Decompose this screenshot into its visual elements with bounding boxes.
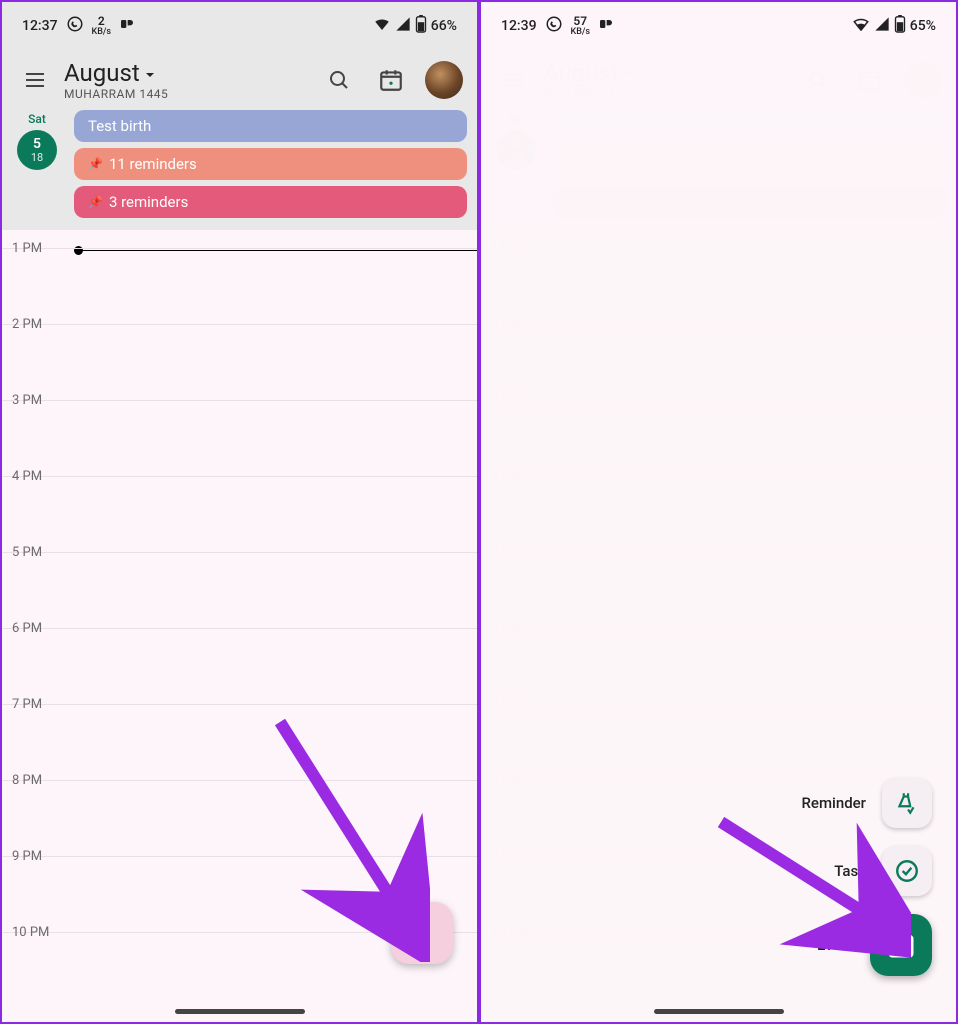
timeline[interactable]: 1 PM 2 PM 3 PM 4 PM 5 PM 6 PM 7 PM 8 PM …: [2, 230, 477, 1008]
fab-label: Reminder: [801, 794, 866, 812]
month-sublabel: MUHARRAM 1445: [64, 87, 309, 101]
hour-label: 6 PM: [12, 621, 42, 636]
network-speed: 2KB/s: [92, 16, 112, 35]
whatsapp-icon: [66, 15, 84, 37]
event-label: 11 reminders: [109, 155, 197, 173]
hour-label: 8 PM: [12, 773, 42, 788]
day-badge[interactable]: 5 18: [17, 130, 57, 170]
hour-label: 3 PM: [12, 393, 42, 408]
event-item[interactable]: Test birth: [74, 110, 467, 142]
status-time: 12:37: [22, 18, 58, 34]
hour-label: 5 PM: [12, 545, 42, 560]
reminder-icon: 📌: [88, 157, 103, 171]
event-item[interactable]: 📌 3 reminders: [74, 186, 467, 218]
reminder-icon: [882, 778, 932, 828]
hour-label: 2 PM: [12, 317, 42, 332]
hour-label: 4 PM: [12, 469, 42, 484]
status-time: 12:39: [501, 18, 537, 34]
status-bar: 12:39 57KB/s: [481, 2, 956, 50]
notif-icon: [119, 16, 135, 36]
header-area: 12:37 2KB/s: [2, 2, 477, 230]
battery-icon: [894, 15, 906, 37]
all-day-row: Sat 5 18 Test birth 📌 11 reminders: [2, 110, 477, 218]
notif-icon: [598, 16, 614, 36]
signal-icon: [874, 16, 890, 36]
fab-item-reminder[interactable]: Reminder: [801, 778, 932, 828]
search-button[interactable]: [317, 58, 361, 102]
event-label: Test birth: [88, 117, 151, 135]
event-item[interactable]: 📌 11 reminders: [74, 148, 467, 180]
event-label: 3 reminders: [109, 193, 188, 211]
battery-icon: [415, 15, 427, 37]
event-icon: [870, 914, 932, 976]
whatsapp-icon: [545, 15, 563, 37]
signal-icon: [395, 16, 411, 36]
nav-bar: [654, 1009, 784, 1014]
app-topbar: August MUHARRAM 1445: [2, 50, 477, 110]
status-bar: 12:37 2KB/s: [2, 2, 477, 50]
day-name: Sat: [8, 112, 66, 126]
plus-icon: +: [413, 914, 431, 952]
hour-label: 7 PM: [12, 697, 42, 712]
create-fab[interactable]: +: [391, 902, 453, 964]
fab-item-event[interactable]: Event: [817, 914, 932, 976]
hour-label: 9 PM: [12, 849, 42, 864]
fab-item-task[interactable]: Task: [834, 846, 932, 896]
battery-pct: 65%: [910, 18, 936, 34]
wifi-icon: [852, 15, 870, 37]
screenshot-right: August MUHARRAM 1445 Sat 518 Test birth …: [479, 2, 956, 1022]
network-speed: 57KB/s: [571, 16, 591, 35]
hour-label: 1 PM: [12, 241, 42, 256]
reminder-icon: 📌: [88, 195, 103, 209]
hour-label: 10 PM: [12, 925, 49, 940]
dropdown-icon: [144, 59, 156, 87]
profile-avatar[interactable]: [425, 61, 463, 99]
create-fab-menu: Reminder Task Event: [801, 778, 932, 976]
menu-button[interactable]: [14, 59, 56, 101]
month-selector[interactable]: August MUHARRAM 1445: [64, 59, 309, 101]
wifi-icon: [373, 15, 391, 37]
nav-bar: [175, 1009, 305, 1014]
month-label: August: [64, 59, 140, 87]
today-button[interactable]: [369, 58, 413, 102]
fab-label: Task: [834, 862, 866, 880]
battery-pct: 66%: [431, 18, 457, 34]
screenshot-left: 12:37 2KB/s: [2, 2, 479, 1022]
fab-label: Event: [817, 936, 854, 954]
task-icon: [882, 846, 932, 896]
